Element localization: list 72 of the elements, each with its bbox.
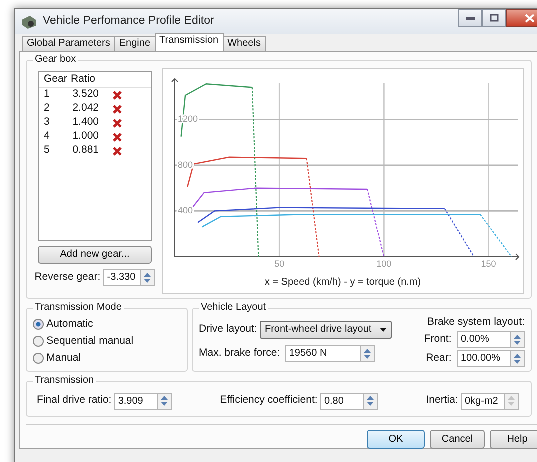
dialog-button[interactable]: Help [490, 430, 537, 449]
field-label: Final drive ratio: [37, 394, 112, 408]
table-cell-text: 2 [43, 102, 51, 116]
table-cell-text: 3.520 [72, 88, 100, 102]
table-cell-text: 0.881 [72, 144, 100, 158]
field-label: Reverse gear: [34, 270, 101, 284]
section-label: Brake system layout: [428, 316, 525, 330]
field-label: Inertia: [426, 394, 458, 408]
table-cell-text: 2.042 [72, 102, 100, 116]
spin-arrows-icon [144, 272, 152, 284]
app-icon [21, 14, 37, 30]
maximize-icon [490, 14, 498, 22]
spin-button[interactable] [158, 392, 172, 410]
field-label: Efficiency coefficient: [220, 394, 318, 408]
spin-field[interactable]: 3.909 [114, 392, 158, 410]
table-cell-text: 3 [43, 116, 51, 130]
tab[interactable]: Global Parameters [22, 36, 116, 51]
group-title: Vehicle Layout [199, 302, 268, 314]
spin-field[interactable]: 0.80 [320, 392, 364, 410]
tick-label: 150 [482, 259, 497, 269]
field-label: Rear: [426, 352, 452, 366]
dropdown[interactable]: Front-wheel drive layout [260, 321, 392, 339]
option-label: Manual [46, 352, 82, 366]
spin-arrows-icon [364, 348, 372, 360]
caret-icon [380, 328, 387, 332]
delete-icon[interactable] [113, 90, 122, 100]
delete-icon[interactable] [113, 132, 122, 142]
window-title: Vehicle Perfomance Profile Editor [43, 14, 214, 29]
tab[interactable]: Transmission [154, 33, 224, 51]
close-icon [525, 14, 535, 22]
table-cell-text: 1.400 [72, 116, 100, 130]
spin-arrows-icon [514, 334, 521, 346]
table-cell-text: 4 [43, 130, 51, 144]
radio-button[interactable] [33, 336, 44, 348]
dialog-button[interactable]: OK [367, 430, 425, 449]
radio-button[interactable] [33, 319, 44, 330]
spin-field[interactable]: 19560 N [285, 345, 362, 362]
delete-icon[interactable] [113, 146, 122, 156]
option-label: Sequential manual [46, 335, 134, 348]
minimize-icon [466, 16, 474, 20]
axis-label: x = Speed (km/h) - y = torque (n.m) [265, 277, 422, 288]
spin-button[interactable] [511, 331, 525, 348]
column-header[interactable]: Gear [39, 72, 65, 86]
tab[interactable]: Engine [114, 36, 156, 51]
spin-button[interactable] [364, 392, 378, 410]
maximize-button[interactable] [482, 9, 506, 27]
table-cell-text: 5 [43, 144, 51, 158]
spin-field[interactable]: 100.00% [457, 350, 511, 368]
field-label: Drive layout: [199, 323, 258, 337]
minimize-button[interactable] [458, 9, 482, 27]
field-label: Front: [424, 333, 452, 346]
spin-button[interactable] [361, 345, 376, 362]
spin-field[interactable]: 0.00% [457, 331, 511, 348]
delete-icon[interactable] [113, 118, 122, 128]
add-gear-button[interactable]: Add new gear... [38, 246, 152, 264]
table-cell-text: 1.000 [72, 130, 100, 144]
dialog-button[interactable]: Cancel [430, 430, 485, 449]
tick-label: 100 [376, 259, 392, 269]
spin-arrows-icon [514, 352, 521, 365]
spin-arrows-icon [508, 395, 515, 407]
spin-arrows-icon [161, 395, 168, 407]
option-label: Automatic [46, 318, 94, 332]
spin-button[interactable] [141, 269, 156, 286]
spin-arrows-icon [367, 395, 374, 407]
field-label: Max. brake force: [199, 346, 280, 360]
spin-button[interactable] [511, 350, 525, 368]
delete-icon[interactable] [113, 104, 122, 114]
tick-label: 50 [274, 259, 285, 269]
table-cell-text: 1 [43, 88, 51, 102]
spin-field[interactable]: -3.330 [103, 269, 142, 286]
tab[interactable]: Wheels [222, 36, 266, 51]
radio-button[interactable] [33, 353, 44, 364]
